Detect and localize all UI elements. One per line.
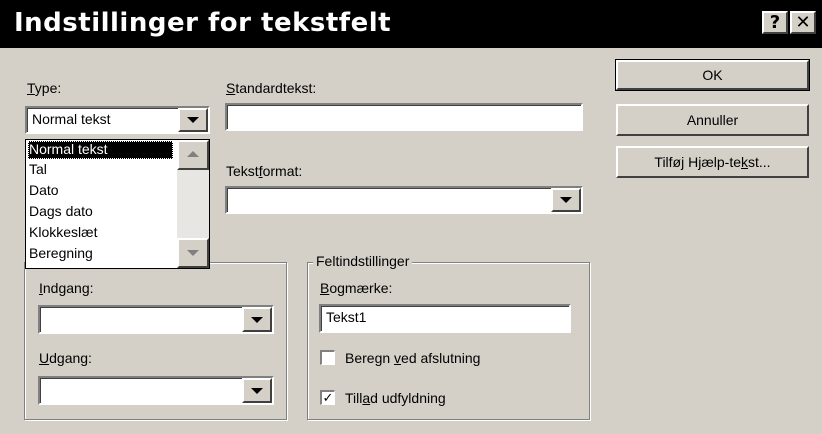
indgang-label: Indgang: (39, 280, 94, 296)
scroll-down-button[interactable] (177, 238, 209, 268)
dialog-title: Indstillinger for tekstfelt (14, 8, 392, 38)
list-item[interactable]: Tal (28, 161, 47, 179)
close-button[interactable]: ✕ (790, 11, 816, 34)
chevron-down-icon (251, 316, 263, 323)
feltindstillinger-title: Feltindstillinger (313, 253, 413, 269)
type-dropdown-button[interactable] (178, 108, 208, 132)
indgang-dropdown-button[interactable] (242, 307, 272, 332)
list-item[interactable]: Normal tekst (28, 141, 173, 159)
list-scrollbar[interactable] (177, 140, 209, 268)
help-button[interactable]: ? (762, 11, 788, 34)
beregn-checkbox[interactable] (320, 350, 335, 365)
chevron-down-icon (560, 197, 572, 203)
list-item[interactable]: Dags dato (28, 203, 93, 221)
standardtekst-input[interactable] (225, 103, 583, 131)
title-bar: Indstillinger for tekstfelt ? ✕ (0, 0, 822, 48)
type-label: Type: (27, 80, 62, 96)
arrow-up-icon (187, 151, 199, 157)
type-selected-value: Normal tekst (32, 111, 111, 127)
bogmaerke-label: Bogmærke: (320, 280, 393, 296)
chevron-down-icon (251, 387, 263, 394)
list-item[interactable]: Beregning (28, 245, 93, 263)
help-icon: ? (769, 12, 781, 33)
udgang-label: Udgang: (39, 350, 92, 366)
arrow-down-icon (187, 250, 199, 256)
standardtekst-label: Standardtekst: (226, 80, 317, 96)
beregn-label: Beregn ved afslutning (345, 350, 481, 366)
indgang-dropdown[interactable] (38, 305, 274, 334)
check-icon: ✓ (322, 390, 334, 405)
list-item[interactable]: Klokkeslæt (28, 224, 97, 242)
tekstformat-label: Tekstformat: (226, 163, 303, 179)
udgang-dropdown[interactable] (38, 376, 274, 405)
type-dropdown-list[interactable]: Normal tekst Tal Dato Dags dato Klokkesl… (25, 139, 210, 269)
chevron-down-icon (187, 117, 199, 123)
close-icon: ✕ (795, 12, 811, 33)
add-help-text-button[interactable]: Tilføj Hjælp-tekst... (616, 146, 809, 178)
type-dropdown[interactable]: Normal tekst (25, 106, 210, 134)
tekstformat-dropdown-button[interactable] (551, 188, 581, 212)
ok-button[interactable]: OK (615, 59, 810, 91)
cancel-button[interactable]: Annuller (616, 104, 809, 136)
list-item[interactable]: Dato (28, 182, 59, 200)
tekstformat-dropdown[interactable] (225, 186, 583, 214)
tillad-label: Tillad udfyldning (345, 390, 446, 406)
scroll-up-button[interactable] (177, 140, 209, 170)
bogmaerke-input[interactable]: Tekst1 (319, 304, 571, 333)
tillad-checkbox[interactable]: ✓ (320, 390, 335, 405)
udgang-dropdown-button[interactable] (242, 378, 272, 403)
